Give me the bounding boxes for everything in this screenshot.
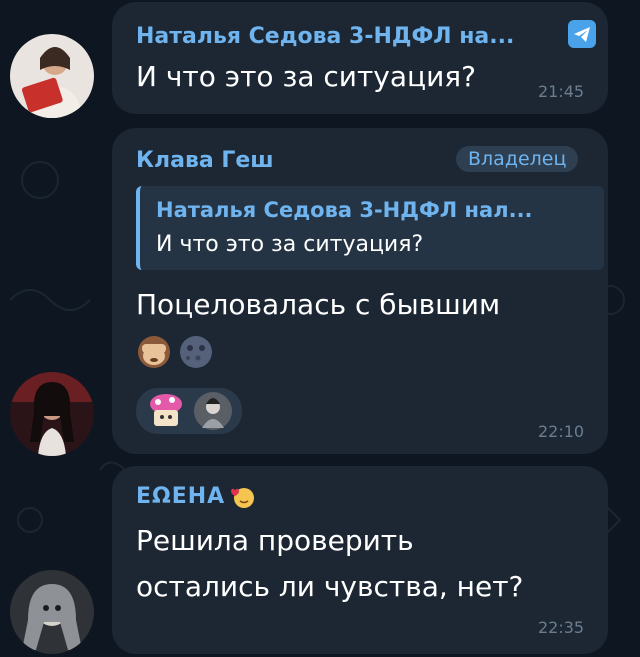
see-no-evil-monkey-icon [136, 334, 172, 370]
message-text-line-1: Решила проверить [136, 524, 414, 557]
owner-badge: Владелец [456, 146, 579, 172]
sender-row: ЕΩЕНА [136, 484, 255, 509]
reaction-pill[interactable] [136, 388, 242, 434]
cake-sticker-icon [146, 392, 186, 430]
avatar-elena[interactable] [10, 570, 94, 654]
avatar-natalya[interactable] [10, 34, 94, 118]
message-time: 22:35 [538, 618, 585, 637]
reply-sender: Наталья Седова 3-НДФЛ нал... [156, 198, 533, 222]
sender-name[interactable]: ЕΩЕНА [136, 484, 225, 509]
message-bubble[interactable]: Клава Геш Владелец Наталья Седова 3-НДФЛ… [112, 128, 608, 454]
telegram-icon [568, 20, 596, 48]
message-time: 21:45 [538, 82, 585, 101]
message-text: Поцеловалась с бывшим [136, 288, 501, 321]
message-bubble[interactable]: ЕΩЕНА Решила проверить остались ли чувст… [112, 466, 608, 654]
new-moon-face-icon [178, 334, 214, 370]
heart-face-icon [231, 485, 255, 509]
message-text-line-2: остались ли чувства, нет? [136, 570, 524, 603]
reply-text: И что это за ситуация? [156, 232, 424, 257]
reply-quote[interactable]: Наталья Седова 3-НДФЛ нал... И что это з… [136, 186, 604, 270]
user-avatar-icon [194, 392, 232, 430]
message-time: 22:10 [538, 422, 585, 441]
sender-name[interactable]: Наталья Седова 3-НДФЛ на... [136, 24, 514, 49]
sender-name[interactable]: Клава Геш [136, 148, 274, 173]
message-bubble[interactable]: Наталья Седова 3-НДФЛ на... И что это за… [112, 2, 608, 114]
message-text: И что это за ситуация? [136, 60, 476, 93]
avatar-klava[interactable] [10, 372, 94, 456]
